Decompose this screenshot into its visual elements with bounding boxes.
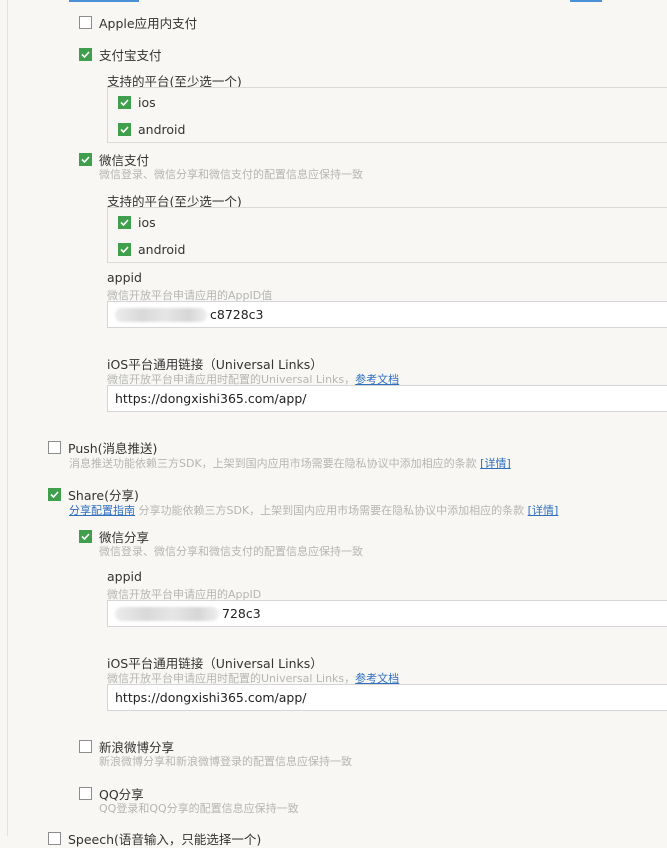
- wxpay-ios-checkbox[interactable]: [118, 216, 131, 229]
- alipay-platform-ios[interactable]: ios: [118, 95, 156, 110]
- alipay-android-checkbox[interactable]: [118, 123, 131, 136]
- apple-iap-option[interactable]: Apple应用内支付: [79, 13, 197, 32]
- share-sina-checkbox[interactable]: [79, 740, 92, 753]
- share-sina-hint: 新浪微博分享和新浪微博登录的配置信息应保持一致: [99, 755, 352, 768]
- wxpay-hint: 微信登录、微信分享和微信支付的配置信息应保持一致: [99, 168, 363, 181]
- top-link-fragment-right: [570, 0, 602, 2]
- share-appid-input[interactable]: 728c3: [107, 600, 667, 627]
- share-appid-label: appid: [107, 569, 142, 584]
- share-appid-value: 728c3: [222, 606, 261, 621]
- share-qq-hint: QQ登录和QQ分享的配置信息应保持一致: [99, 802, 299, 815]
- redacted-blur: [115, 307, 207, 322]
- wxpay-ios-label: ios: [138, 215, 156, 230]
- push-hint: 消息推送功能依赖三方SDK，上架到国内应用市场需要在隐私协议中添加相应的条款 […: [69, 457, 511, 470]
- apple-iap-checkbox[interactable]: [79, 16, 92, 29]
- wxpay-ulink-input[interactable]: https://dongxishi365.com/app/: [107, 385, 667, 412]
- share-guide-link[interactable]: 分享配置指南: [69, 504, 135, 517]
- alipay-option[interactable]: 支付宝支付: [79, 45, 162, 64]
- speech-checkbox[interactable]: [48, 832, 61, 845]
- push-checkbox[interactable]: [48, 441, 61, 454]
- share-detail-link[interactable]: [详情]: [528, 504, 559, 517]
- push-detail-link[interactable]: [详情]: [480, 457, 511, 470]
- speech-option[interactable]: Speech(语音输入，只能选择一个): [48, 829, 261, 848]
- share-ulink-input[interactable]: https://dongxishi365.com/app/: [107, 684, 667, 711]
- share-weixin-checkbox[interactable]: [79, 530, 92, 543]
- wxpay-platforms-box: [107, 207, 667, 263]
- left-guide-line: [7, 0, 8, 836]
- alipay-ios-checkbox[interactable]: [118, 96, 131, 109]
- top-link-fragment: [69, 0, 139, 2]
- speech-label: Speech(语音输入，只能选择一个): [68, 832, 262, 847]
- wxpay-appid-input[interactable]: c8728c3: [107, 301, 667, 328]
- wxpay-android-checkbox[interactable]: [118, 243, 131, 256]
- alipay-label: 支付宝支付: [99, 48, 162, 63]
- wxpay-platform-ios[interactable]: ios: [118, 215, 156, 230]
- share-ulink-value: https://dongxishi365.com/app/: [115, 690, 307, 705]
- share-hint-line: 分享配置指南 分享功能依赖三方SDK，上架到国内应用市场需要在隐私协议中添加相应…: [69, 504, 559, 517]
- wxpay-ulink-value: https://dongxishi365.com/app/: [115, 391, 307, 406]
- share-weixin-hint: 微信登录、微信分享和微信支付的配置信息应保持一致: [99, 545, 363, 558]
- redacted-blur: [115, 606, 219, 621]
- apple-iap-label: Apple应用内支付: [99, 16, 198, 31]
- wxpay-appid-label: appid: [107, 270, 142, 285]
- alipay-platforms-box: [107, 87, 667, 143]
- alipay-platform-android[interactable]: android: [118, 122, 185, 137]
- share-qq-checkbox[interactable]: [79, 787, 92, 800]
- alipay-ios-label: ios: [138, 95, 156, 110]
- wxpay-android-label: android: [138, 242, 186, 257]
- wxpay-checkbox[interactable]: [79, 153, 92, 166]
- wxpay-platform-android[interactable]: android: [118, 242, 185, 257]
- share-checkbox[interactable]: [48, 488, 61, 501]
- wxpay-appid-value: c8728c3: [210, 307, 264, 322]
- alipay-checkbox[interactable]: [79, 48, 92, 61]
- alipay-android-label: android: [138, 122, 186, 137]
